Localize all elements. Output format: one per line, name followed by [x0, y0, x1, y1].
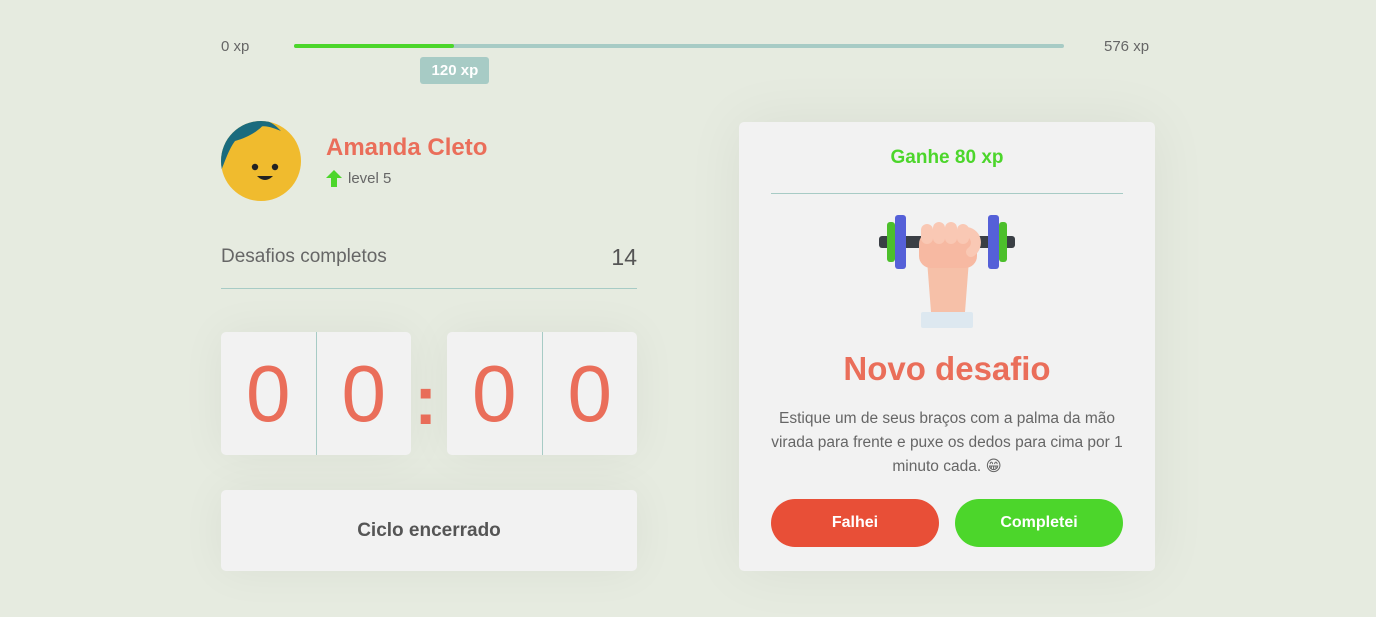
smiley-avatar-icon [221, 121, 301, 201]
complete-button[interactable]: Completei [955, 499, 1123, 547]
countdown-separator: : [414, 361, 438, 439]
countdown-minutes: 0 0 [221, 332, 411, 455]
countdown-digit: 0 [447, 332, 543, 455]
xp-current-badge: 120 xp [420, 57, 490, 84]
user-name: Amanda Cleto [326, 134, 488, 161]
challenge-title: Novo desafio [843, 350, 1051, 387]
countdown-digit: 0 [567, 348, 613, 438]
completed-challenges-count: 14 [611, 244, 637, 270]
avatar [221, 121, 301, 201]
challenge-reward: Ganhe 80 xp [771, 122, 1123, 194]
challenge-card: Ganhe 80 xp Novo desafio Estique um de s… [739, 122, 1155, 571]
cycle-button[interactable]: Ciclo encerrado [221, 490, 637, 571]
xp-progress-track [294, 44, 1064, 48]
xp-min-label: 0 xp [221, 38, 250, 55]
level-label: level 5 [348, 170, 392, 187]
completed-challenges-label: Desafios completos [221, 246, 387, 267]
dumbbell-icon [879, 215, 1015, 328]
xp-progress-fill [294, 44, 455, 48]
completed-challenges: Desafios completos 14 [221, 240, 637, 289]
xp-max-label: 576 xp [1104, 38, 1150, 55]
app: 0 xp 120 xp 576 xp Amanda Cleto level 5 … [0, 0, 1376, 617]
countdown-digit: 0 [221, 332, 317, 455]
arrow-up-icon [326, 170, 342, 187]
countdown-digit: 0 [341, 348, 387, 438]
challenge-description: Estique um de seus braços com a palma da… [771, 410, 1123, 475]
countdown-seconds: 0 0 [447, 332, 637, 455]
level-row: level 5 [326, 170, 391, 187]
fail-button[interactable]: Falhei [771, 499, 939, 547]
